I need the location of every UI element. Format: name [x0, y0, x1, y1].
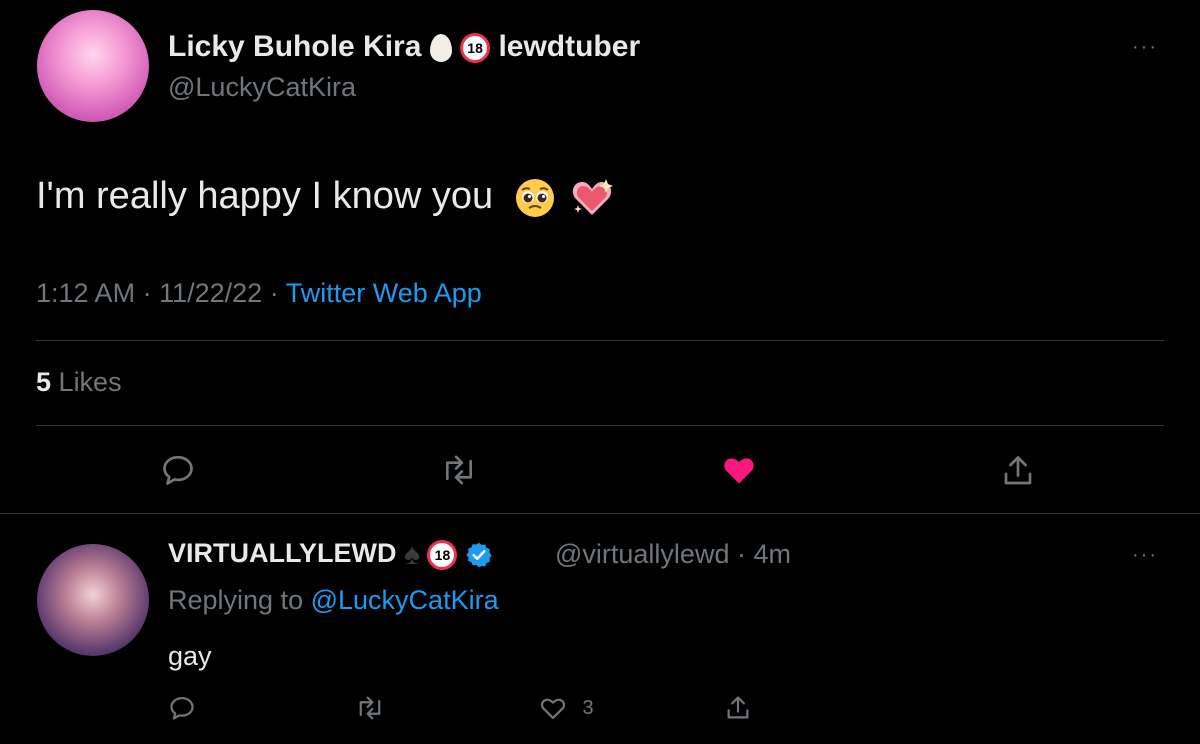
tweet-body: I'm really happy I know you	[36, 175, 494, 217]
reply-display-name[interactable]: VIRTUALLYLEWD	[168, 538, 397, 568]
like-icon[interactable]	[720, 452, 758, 488]
tweet-text: I'm really happy I know you	[36, 175, 614, 219]
reply-icon[interactable]	[168, 694, 196, 722]
reply-author-avatar[interactable]	[37, 544, 149, 656]
divider	[0, 513, 1200, 514]
reply-icon[interactable]	[160, 452, 196, 488]
tweet-time[interactable]: 1:12 AM	[36, 278, 135, 308]
reply-text: gay	[168, 641, 212, 671]
divider	[36, 340, 1164, 341]
author-name-row[interactable]: Licky Buhole Kira 18 lewdtuber	[168, 30, 640, 64]
client-link[interactable]: Twitter Web App	[286, 278, 482, 308]
pleading-face-icon	[515, 178, 554, 217]
share-icon[interactable]	[1000, 452, 1036, 490]
likes-label: Likes	[58, 367, 122, 397]
meta-separator: ·	[269, 278, 279, 308]
like-icon[interactable]	[538, 694, 568, 722]
spade-icon: ♠	[404, 538, 420, 571]
author-handle[interactable]: @LuckyCatKira	[168, 72, 356, 103]
reply-age[interactable]: 4m	[754, 539, 792, 569]
replying-to: Replying to @LuckyCatKira	[168, 585, 499, 616]
more-icon[interactable]: ···	[1132, 36, 1158, 59]
author-name-suffix: lewdtuber	[498, 30, 641, 63]
replying-prefix: Replying to	[168, 585, 304, 615]
more-icon[interactable]: ···	[1132, 544, 1158, 567]
meta-separator: ·	[142, 278, 152, 308]
reply-handle-row: @virtuallylewd · 4m	[555, 539, 791, 570]
sparkling-heart-icon	[573, 178, 614, 215]
likes-count: 5	[36, 367, 52, 397]
egg-icon	[429, 34, 452, 63]
adult-18-icon: 18	[427, 540, 458, 570]
reply-like-action[interactable]: 3	[538, 694, 594, 722]
likes-summary[interactable]: 5 Likes	[36, 367, 122, 398]
retweet-icon[interactable]	[355, 694, 385, 722]
reply-name-row[interactable]: VIRTUALLYLEWD ♠ 18	[168, 538, 493, 572]
author-display-name[interactable]: Licky Buhole Kira	[168, 30, 421, 63]
tweet-date[interactable]: 11/22/22	[159, 278, 262, 308]
retweet-icon[interactable]	[440, 452, 478, 488]
author-avatar[interactable]	[37, 10, 149, 122]
replying-to-handle[interactable]: @LuckyCatKira	[311, 585, 499, 615]
divider	[36, 425, 1164, 426]
tweet-meta: 1:12 AM · 11/22/22 · Twitter Web App	[36, 278, 482, 309]
like-count: 3	[582, 696, 594, 719]
meta-separator: ·	[736, 539, 746, 569]
verified-icon	[466, 542, 492, 568]
share-icon[interactable]	[724, 693, 752, 723]
reply-handle[interactable]: @virtuallylewd	[555, 539, 729, 569]
adult-18-icon: 18	[460, 33, 491, 64]
